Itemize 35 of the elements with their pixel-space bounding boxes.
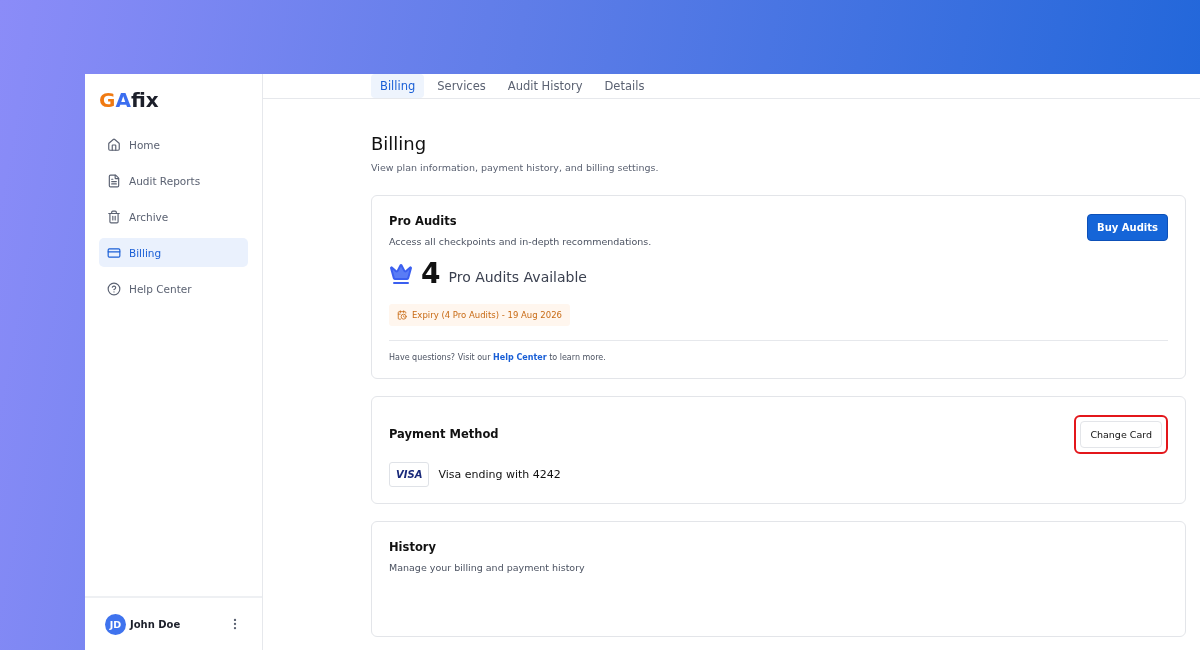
visa-logo: VISA [389, 462, 430, 487]
tab[interactable]: Billing [371, 74, 425, 98]
tab[interactable]: Services [428, 74, 495, 98]
audit-count-label: Pro Audits Available [448, 268, 587, 285]
sidebar-item[interactable]: Audit Reports [99, 166, 248, 195]
card-title: Pro Audits [389, 214, 458, 228]
page-title: Billing [371, 133, 428, 154]
card-text: Visa ending with 4242 [438, 468, 561, 481]
user-name: John Doe [130, 618, 182, 630]
sidebar-item[interactable]: Home [99, 130, 248, 159]
card-title: History [389, 540, 437, 554]
help-text: Have questions? Visit our Help Center to learn more. [389, 353, 607, 362]
app-logo: GAfix [98, 87, 160, 114]
sidebar-item[interactable]: Archive [99, 202, 248, 231]
trash-icon [107, 209, 121, 224]
change-card-button[interactable]: Change Card [1080, 421, 1162, 448]
document-icon [107, 173, 121, 188]
help-center-link[interactable]: Help Center [493, 353, 547, 362]
buy-audits-button[interactable]: Buy Audits [1087, 214, 1168, 241]
card-description: Manage your billing and payment history [389, 562, 586, 573]
audit-count: 4 [421, 257, 441, 290]
calendar-icon [397, 310, 407, 320]
sidebar-item[interactable]: Billing [99, 238, 248, 267]
home-icon [107, 137, 121, 152]
crown-icon [389, 261, 413, 286]
credit-card-icon [107, 245, 121, 260]
page-subtitle: View plan information, payment history, and billing settings. [371, 162, 660, 173]
help-icon [107, 281, 121, 296]
card-description: Access all checkpoints and in-depth recommendations. [389, 236, 652, 247]
user-avatar: JD [105, 613, 126, 635]
tab[interactable]: Details [595, 74, 654, 98]
sidebar-item[interactable]: Help Center [99, 274, 248, 303]
card-title: Payment Method [389, 427, 499, 441]
tab[interactable]: Audit History [498, 74, 592, 98]
expiry-text: Expiry (4 Pro Audits) - 19 Aug 2026 [412, 310, 562, 320]
